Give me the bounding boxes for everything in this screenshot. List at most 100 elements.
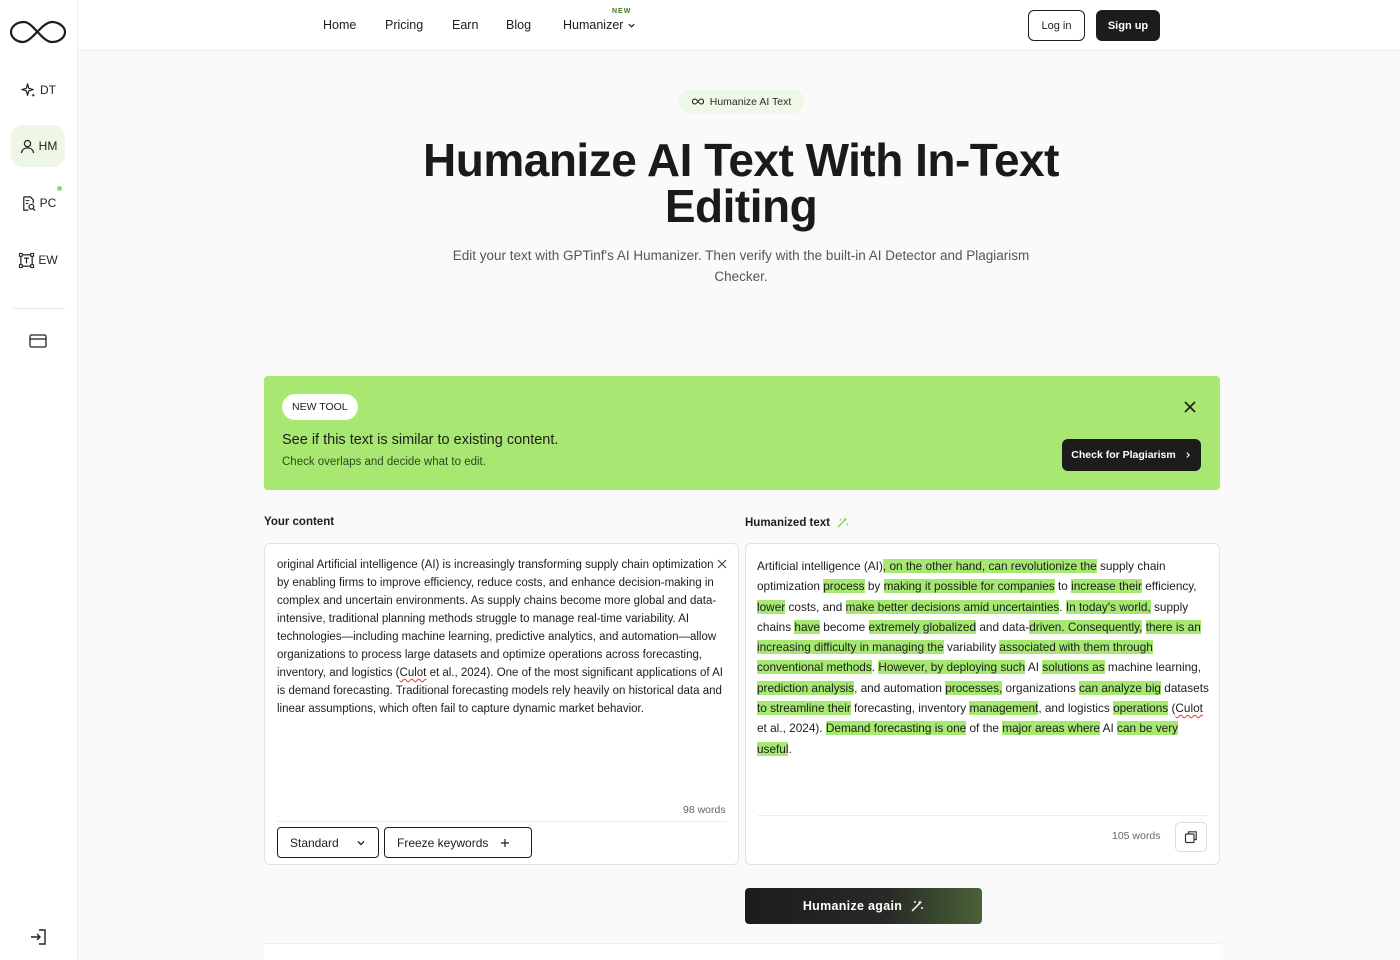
text-segment: of the <box>966 721 1003 736</box>
credit-card-icon[interactable] <box>29 333 47 349</box>
text-segment: . <box>788 741 792 756</box>
humanize-again-label: Humanize again <box>802 899 903 913</box>
top-nav: Home Pricing Earn Blog NEW Humanizer Log… <box>78 0 1400 51</box>
chevron-down-icon <box>628 23 636 28</box>
changed-segment[interactable]: extremely globalized <box>868 619 977 634</box>
text-segment: . <box>1059 599 1066 614</box>
changed-segment[interactable]: lower <box>757 599 786 614</box>
output-word-count: 105 words <box>1112 830 1161 842</box>
nav-humanizer-label: Humanizer <box>563 18 624 32</box>
output-panel: Artificial intelligence (AI), on the oth… <box>745 543 1220 865</box>
sidebar-divider <box>13 308 65 309</box>
changed-segment[interactable]: In today's world, <box>1065 599 1151 614</box>
text-segment: , and automation <box>854 680 946 695</box>
text-segment: Culot <box>1175 701 1203 716</box>
text-segment: variability <box>943 640 1000 655</box>
clear-icon[interactable] <box>717 559 727 569</box>
text-segment: become <box>819 619 869 634</box>
divider <box>758 815 1208 816</box>
changed-segment[interactable]: process <box>823 579 865 594</box>
close-icon[interactable] <box>1182 399 1198 415</box>
magic-wand-icon <box>837 516 849 528</box>
sparkle-icon <box>21 82 36 97</box>
page-subtitle: Edit your text with GPTinf's AI Humanize… <box>452 248 1030 284</box>
text-segment: efficiency, <box>1141 579 1197 594</box>
nav-humanizer[interactable]: Humanizer <box>563 18 636 32</box>
copy-icon <box>1184 831 1197 844</box>
sidebar-item-label: PC <box>39 196 57 210</box>
input-label: Your content <box>264 516 335 528</box>
input-text-part: original Artificial intelligence (AI) is… <box>277 559 717 679</box>
text-segment: forecasting, inventory <box>850 701 970 716</box>
check-plagiarism-label: Check for Plagiarism <box>1071 449 1176 461</box>
nav-pricing[interactable]: Pricing <box>385 18 423 32</box>
document-search-icon <box>22 195 36 211</box>
nav-earn[interactable]: Earn <box>452 18 478 32</box>
login-button[interactable]: Log in <box>1028 10 1085 41</box>
changed-segment[interactable]: major areas where <box>1002 721 1100 736</box>
new-tag: NEW <box>612 8 632 15</box>
logout-icon[interactable] <box>29 928 47 946</box>
changed-segment[interactable]: solutions as <box>1042 660 1105 675</box>
text-segment: to <box>1054 579 1072 594</box>
plagiarism-banner: NEW TOOL See if this text is similar to … <box>264 376 1220 490</box>
sidebar-item-label: HM <box>38 139 58 153</box>
sidebar-item-dt[interactable]: DT <box>11 69 65 111</box>
changed-segment[interactable]: increase their <box>1071 579 1142 594</box>
banner-title: See if this text is similar to existing … <box>282 432 559 448</box>
changed-segment[interactable]: prediction analysis <box>757 680 855 695</box>
magic-wand-icon <box>911 900 924 912</box>
changed-segment[interactable]: operations <box>1113 701 1169 716</box>
copy-button[interactable] <box>1175 822 1207 852</box>
text-segment: costs, and <box>785 599 846 614</box>
changed-segment[interactable]: Demand forecasting is one <box>825 721 967 736</box>
sidebar-item-pc[interactable]: PC <box>11 182 65 224</box>
text-segment: AI <box>1099 721 1118 736</box>
hero-pill: Humanize AI Text <box>679 89 804 114</box>
changed-segment[interactable]: management <box>969 701 1039 716</box>
text-segment: by <box>864 579 884 594</box>
divider <box>277 821 727 822</box>
user-icon <box>20 139 34 153</box>
text-segment: and data- <box>976 619 1030 634</box>
sidebar-item-hm[interactable]: HM <box>11 125 65 167</box>
check-plagiarism-button[interactable]: Check for Plagiarism <box>1062 439 1201 471</box>
freeze-keywords-button[interactable]: Freeze keywords <box>384 827 532 858</box>
bottom-card <box>264 943 1220 960</box>
signup-button[interactable]: Sign up <box>1096 10 1160 41</box>
changed-segment[interactable]: have <box>794 619 820 634</box>
text-frame-icon <box>19 252 35 268</box>
changed-segment[interactable]: , on the other hand, can revolutionize t… <box>882 559 1097 573</box>
text-segment: machine learning, <box>1104 660 1202 675</box>
text-segment: datasets <box>1161 680 1209 695</box>
sidebar-item-label: DT <box>40 83 56 97</box>
changed-segment[interactable]: can analyze big <box>1079 680 1161 695</box>
changed-segment[interactable]: However, by deploying such <box>878 660 1026 675</box>
changed-segment[interactable]: making it possible for companies <box>883 579 1055 594</box>
changed-segment[interactable]: make better decisions amid uncertainties <box>845 599 1060 614</box>
changed-segment[interactable]: to streamline their <box>757 701 851 716</box>
mode-select-value: Standard <box>290 835 339 850</box>
sidebar-item-ew[interactable]: EW <box>11 239 65 281</box>
changed-segment[interactable]: processes, <box>945 680 1003 695</box>
infinity-icon <box>691 98 704 105</box>
freeze-keywords-label: Freeze keywords <box>397 835 489 850</box>
hero-pill-label: Humanize AI Text <box>709 95 792 108</box>
changed-segment[interactable]: driven. Consequently, <box>1029 619 1143 634</box>
text-segment: Artificial intelligence (AI) <box>757 559 883 573</box>
text-segment: organizations <box>1002 680 1080 695</box>
sidebar: DT HM PC EW <box>0 0 78 960</box>
input-citation: Culot <box>399 667 427 679</box>
text-segment: et al., 2024). <box>757 721 826 736</box>
page-title: Humanize AI Text With In-Text Editing <box>423 134 1059 232</box>
input-panel: original Artificial intelligence (AI) is… <box>264 543 739 865</box>
infinity-logo-icon[interactable] <box>10 18 66 46</box>
new-tool-badge: NEW TOOL <box>282 394 358 420</box>
mode-select[interactable]: Standard <box>277 827 379 858</box>
humanize-again-button[interactable]: Humanize again <box>745 888 982 924</box>
nav-home[interactable]: Home <box>323 18 356 32</box>
output-label: Humanized text <box>745 516 849 529</box>
content-input[interactable]: original Artificial intelligence (AI) is… <box>277 556 723 718</box>
text-segment: AI <box>1025 660 1043 675</box>
nav-blog[interactable]: Blog <box>506 18 531 32</box>
